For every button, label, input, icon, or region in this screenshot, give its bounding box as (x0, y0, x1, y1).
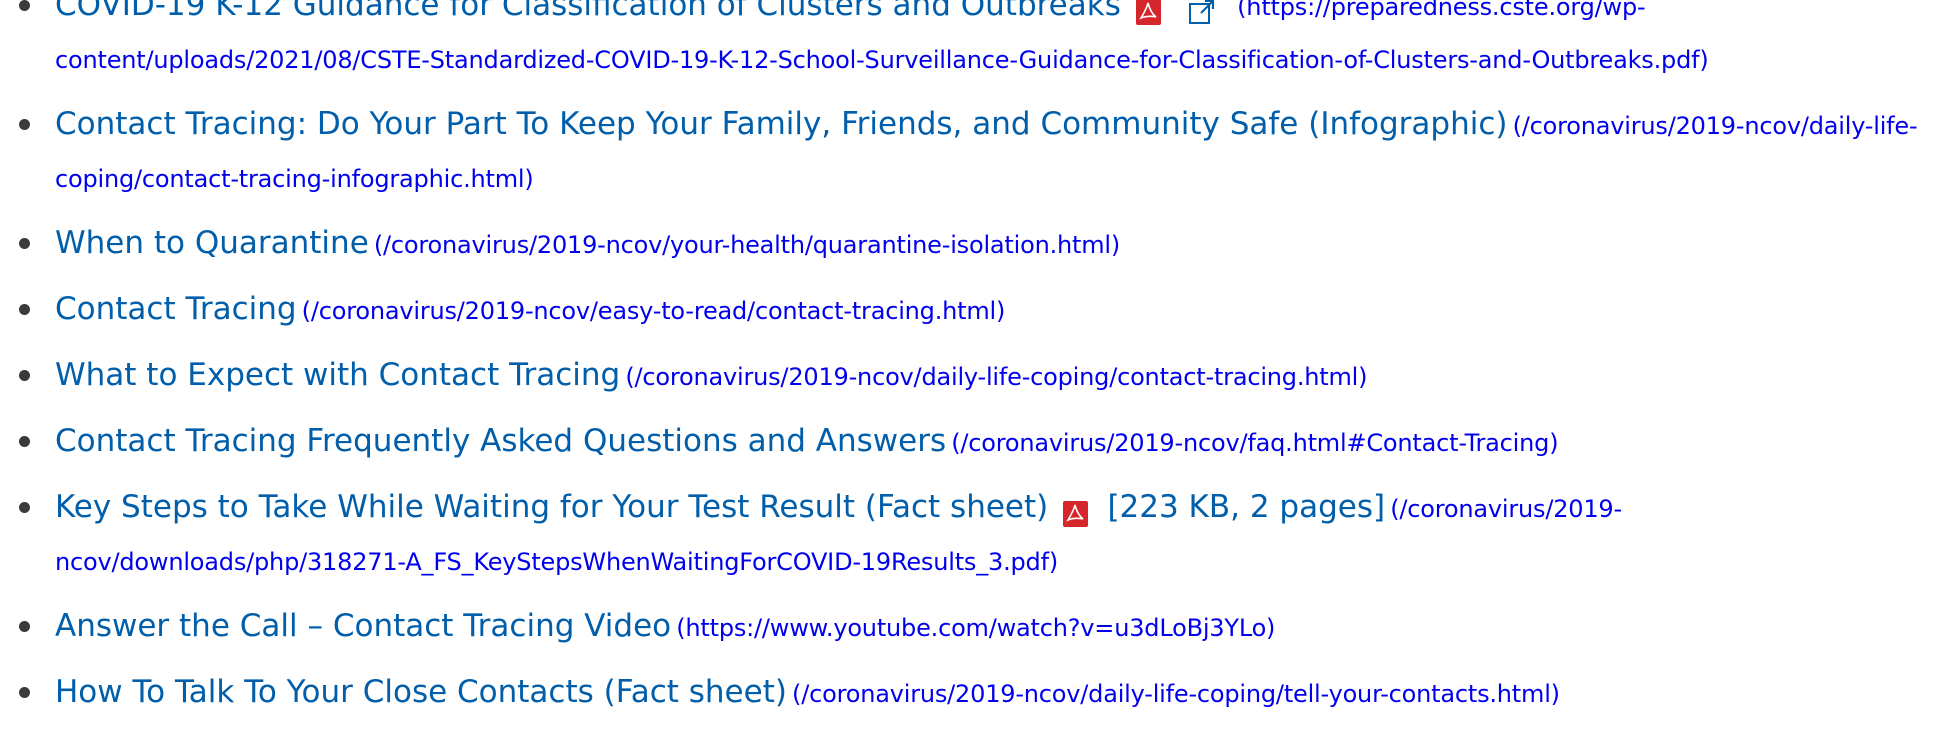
link-contact-tracing-infographic[interactable]: Contact Tracing: Do Your Part To Keep Yo… (55, 106, 1508, 142)
pdf-icon (1063, 497, 1089, 527)
list-item: What to Expect with Contact Tracing (/co… (19, 350, 1935, 405)
list-item: When to Quarantine (/coronavirus/2019-nc… (19, 218, 1935, 273)
link-url-text: (/coronavirus/2019-ncov/daily-life-copin… (792, 680, 1560, 708)
link-talk-to-close-contacts[interactable]: How To Talk To Your Close Contacts (Fact… (55, 674, 787, 710)
link-url-text: (/coronavirus/2019-ncov/faq.html#Contact… (951, 429, 1559, 457)
list-item: Contact Tracing Frequently Asked Questio… (19, 416, 1935, 471)
list-item: How To Talk To Your Close Contacts (Fact… (19, 667, 1935, 722)
resource-link-list: COVID-19 K-12 Guidance for Classificatio… (0, 0, 1935, 722)
list-item: Key Steps to Take While Waiting for Your… (19, 482, 1935, 590)
list-item: Contact Tracing: Do Your Part To Keep Yo… (19, 99, 1935, 207)
file-size-info: [223 KB, 2 pages] (1107, 489, 1386, 525)
link-contact-tracing-faq[interactable]: Contact Tracing Frequently Asked Questio… (55, 423, 946, 459)
list-item: COVID-19 K-12 Guidance for Classificatio… (19, 0, 1935, 88)
page-content: COVID-19 K-12 Guidance for Classificatio… (0, 0, 1935, 733)
link-contact-tracing[interactable]: Contact Tracing (55, 291, 297, 327)
link-url-text: (https://www.youtube.com/watch?v=u3dLoBj… (676, 614, 1276, 642)
link-url-text: (/coronavirus/2019-ncov/easy-to-read/con… (301, 297, 1006, 325)
link-what-to-expect[interactable]: What to Expect with Contact Tracing (55, 357, 620, 393)
list-item: Contact Tracing (/coronavirus/2019-ncov/… (19, 284, 1935, 339)
list-item: Answer the Call – Contact Tracing Video … (19, 601, 1935, 656)
link-answer-the-call-video[interactable]: Answer the Call – Contact Tracing Video (55, 608, 671, 644)
external-link-icon[interactable] (1188, 0, 1216, 24)
link-key-steps-fact-sheet[interactable]: Key Steps to Take While Waiting for Your… (55, 489, 1048, 525)
link-url-text: (/coronavirus/2019-ncov/your-health/quar… (373, 231, 1121, 259)
pdf-icon (1135, 0, 1161, 25)
link-when-to-quarantine[interactable]: When to Quarantine (55, 225, 369, 261)
link-k12-guidance[interactable]: COVID-19 K-12 Guidance for Classificatio… (55, 0, 1121, 23)
link-url-text: (/coronavirus/2019-ncov/daily-life-copin… (625, 363, 1368, 391)
